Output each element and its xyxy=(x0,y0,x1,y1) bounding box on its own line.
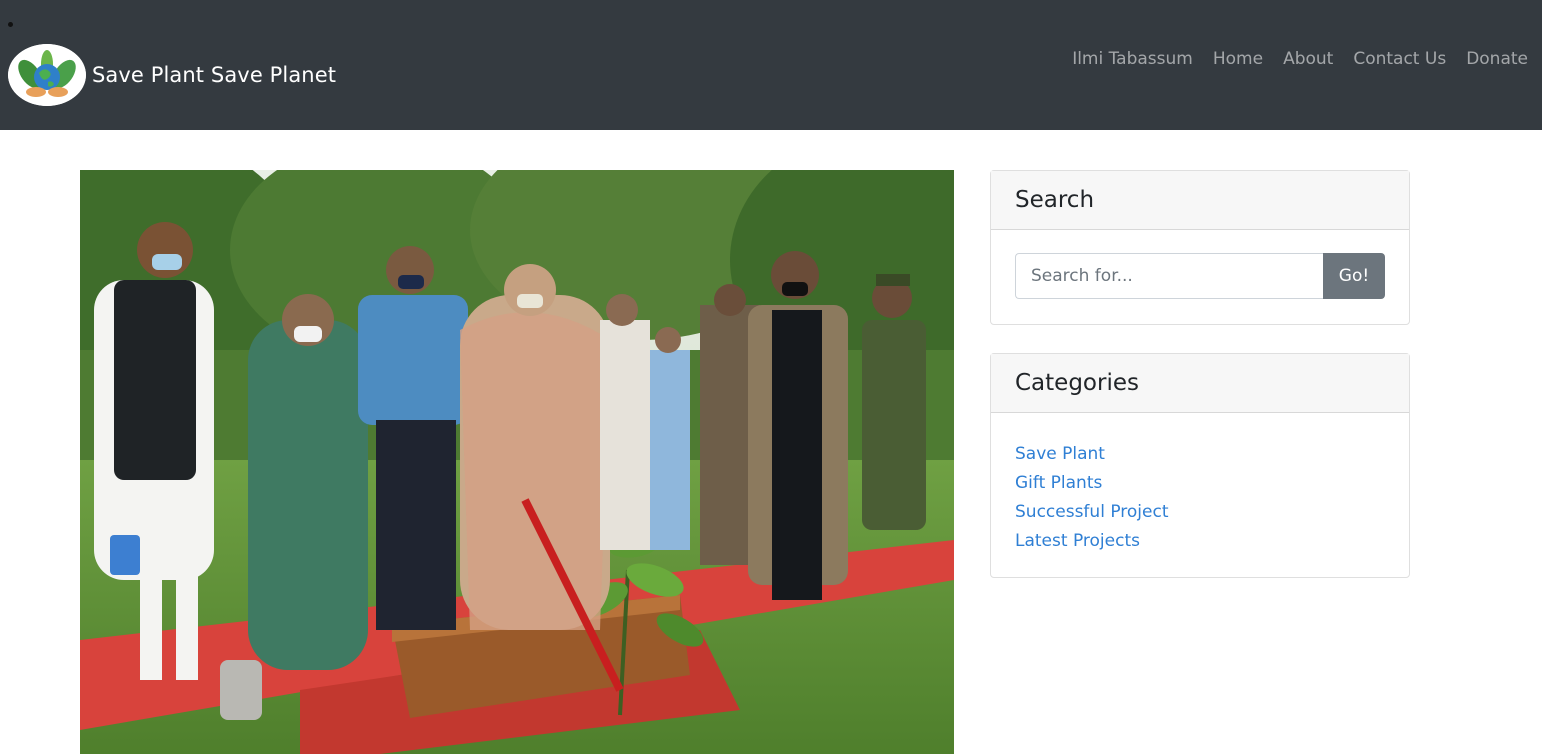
list-bullet xyxy=(8,22,13,27)
search-input[interactable] xyxy=(1015,253,1323,299)
nav-link-user[interactable]: Ilmi Tabassum xyxy=(1072,49,1193,69)
category-link-gift-plants[interactable]: Gift Plants xyxy=(1015,473,1102,493)
nav-links: Ilmi Tabassum Home About Contact Us Dona… xyxy=(1072,49,1528,69)
globe-plant-logo-icon xyxy=(8,44,86,106)
search-go-button[interactable]: Go! xyxy=(1323,253,1385,299)
nav-link-contact[interactable]: Contact Us xyxy=(1353,49,1446,69)
list-item: Gift Plants xyxy=(1015,468,1385,497)
list-item: Save Plant xyxy=(1015,439,1385,468)
search-card-title: Search xyxy=(991,171,1409,230)
tree-planting-ceremony-photo xyxy=(80,170,954,754)
category-link-successful-project[interactable]: Successful Project xyxy=(1015,502,1168,522)
search-card: Search Go! xyxy=(990,170,1410,325)
categories-list: Save Plant Gift Plants Successful Projec… xyxy=(1015,439,1385,555)
nav-link-about[interactable]: About xyxy=(1283,49,1333,69)
nav-link-home[interactable]: Home xyxy=(1213,49,1263,69)
categories-card: Categories Save Plant Gift Plants Succes… xyxy=(990,353,1410,578)
category-link-save-plant[interactable]: Save Plant xyxy=(1015,444,1105,464)
list-item: Successful Project xyxy=(1015,497,1385,526)
nav-link-donate[interactable]: Donate xyxy=(1466,49,1528,69)
search-form: Go! xyxy=(991,230,1409,299)
brand-link[interactable]: Save Plant Save Planet xyxy=(8,44,336,106)
categories-list-container: Save Plant Gift Plants Successful Projec… xyxy=(991,413,1409,555)
brand-title: Save Plant Save Planet xyxy=(92,63,337,87)
category-link-latest-projects[interactable]: Latest Projects xyxy=(1015,531,1140,551)
navbar: Save Plant Save Planet Ilmi Tabassum Hom… xyxy=(0,0,1542,130)
list-item: Latest Projects xyxy=(1015,526,1385,555)
categories-card-title: Categories xyxy=(991,354,1409,413)
